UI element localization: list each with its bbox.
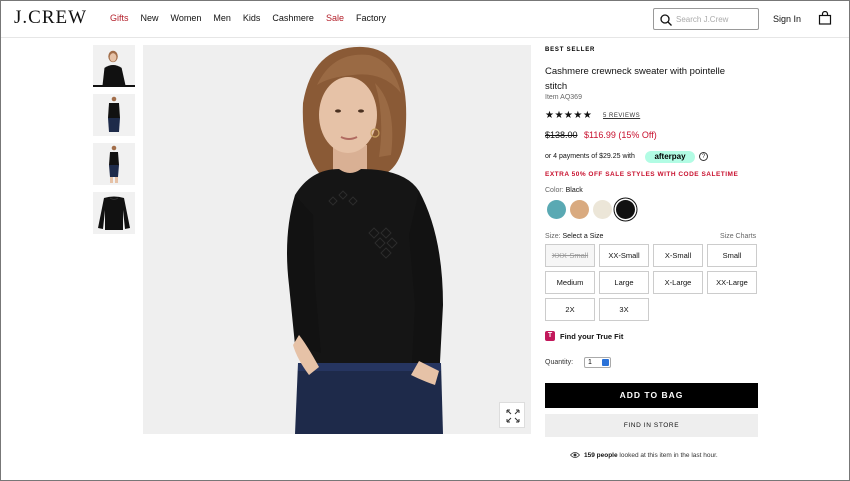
size-label: Size: Select a Size xyxy=(545,233,603,240)
nav-item-cashmere[interactable]: Cashmere xyxy=(272,13,314,23)
quantity-label: Quantity: xyxy=(545,359,574,366)
size-3x[interactable]: 3X xyxy=(599,298,649,321)
reviews-link[interactable]: 5 REVIEWS xyxy=(603,113,640,119)
size-charts-link[interactable]: Size Charts xyxy=(720,233,756,240)
afterpay-text: or 4 payments of $29.25 with xyxy=(545,153,635,160)
rating-stars: ★★★★★ xyxy=(545,110,593,121)
nav-item-new[interactable]: New xyxy=(141,13,159,23)
original-price: $138.00 xyxy=(545,130,578,140)
true-fit-link[interactable]: Find your True Fit xyxy=(560,332,623,341)
size-label-text: Size: xyxy=(545,233,561,240)
quantity-value: 1 xyxy=(588,359,592,366)
afterpay-logo[interactable]: afterpay xyxy=(645,151,695,163)
expand-icon[interactable] xyxy=(499,402,525,428)
search-icon xyxy=(660,14,672,26)
nav-item-women[interactable]: Women xyxy=(171,13,202,23)
nav-item-factory[interactable]: Factory xyxy=(356,13,386,23)
info-icon[interactable]: ? xyxy=(699,152,708,161)
swatch-ivory[interactable] xyxy=(593,200,612,219)
swatch-black[interactable] xyxy=(616,200,635,219)
size-medium[interactable]: Medium xyxy=(545,271,595,294)
expand-arrows-icon xyxy=(506,409,520,423)
size-x-small[interactable]: X-Small xyxy=(653,244,703,267)
color-label-text: Color: xyxy=(545,187,564,194)
main-nav: Gifts New Women Men Kids Cashmere Sale F… xyxy=(110,13,398,23)
product-main-image[interactable] xyxy=(143,45,531,434)
promo-banner: EXTRA 50% OFF SALE STYLES WITH CODE SALE… xyxy=(545,171,739,178)
size-large[interactable]: Large xyxy=(599,271,649,294)
size-x-large[interactable]: X-Large xyxy=(653,271,703,294)
search-placeholder: Search J.Crew xyxy=(676,15,729,24)
chevron-updown-icon xyxy=(602,359,609,366)
viewers-text: 159 people looked at this item in the la… xyxy=(584,452,718,459)
size-value: Select a Size xyxy=(562,233,604,240)
size-xx-small[interactable]: XX-Small xyxy=(599,244,649,267)
size-2x[interactable]: 2X xyxy=(545,298,595,321)
product-thumbnail-3[interactable] xyxy=(93,143,135,185)
swatch-teal[interactable] xyxy=(547,200,566,219)
search-input[interactable]: Search J.Crew xyxy=(653,8,759,30)
find-in-store-button[interactable]: FIND IN STORE xyxy=(545,414,758,437)
product-thumbnail-2[interactable] xyxy=(93,94,135,136)
product-thumbnail-4[interactable] xyxy=(93,192,135,234)
best-seller-badge: BEST SELLER xyxy=(545,47,596,53)
nav-item-kids[interactable]: Kids xyxy=(243,13,261,23)
nav-item-men[interactable]: Men xyxy=(213,13,231,23)
size-xx-large[interactable]: XX-Large xyxy=(707,271,757,294)
swatch-camel[interactable] xyxy=(570,200,589,219)
true-fit-icon: T xyxy=(545,331,555,341)
nav-item-gifts[interactable]: Gifts xyxy=(110,13,129,23)
sign-in-link[interactable]: Sign In xyxy=(773,14,801,24)
shopping-bag-icon[interactable] xyxy=(818,11,832,25)
add-to-bag-button[interactable]: ADD TO BAG xyxy=(545,383,758,408)
color-label: Color: Black xyxy=(545,187,583,194)
product-thumbnail-1[interactable] xyxy=(93,45,135,87)
item-number: Item AQ369 xyxy=(545,94,582,101)
quantity-select[interactable]: 1 xyxy=(584,357,611,368)
product-title: Cashmere crewneck sweater with pointelle… xyxy=(545,66,726,92)
jcrew-logo[interactable]: J.CREW xyxy=(14,7,87,29)
size-small[interactable]: Small xyxy=(707,244,757,267)
site-header: J.CREW Gifts New Women Men Kids Cashmere… xyxy=(0,0,850,38)
sale-price: $116.99 (15% Off) xyxy=(584,130,657,140)
size-xxx-small[interactable]: XXX-Small xyxy=(545,244,595,267)
nav-item-sale[interactable]: Sale xyxy=(326,13,344,23)
color-value: Black xyxy=(565,187,583,194)
viewers-suffix: looked at this item in the last hour. xyxy=(619,452,718,459)
eye-icon xyxy=(570,452,580,458)
viewers-count: 159 people xyxy=(584,452,618,459)
